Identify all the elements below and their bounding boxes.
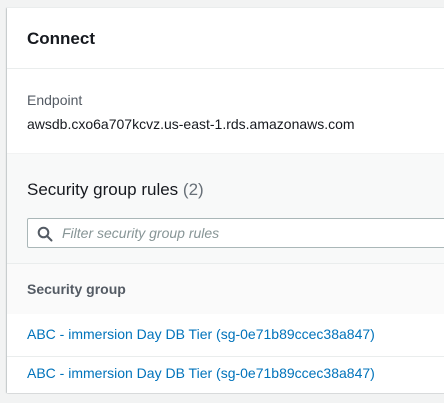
column-header-security-group[interactable]: Security group — [27, 281, 126, 297]
security-group-rules-count: (2) — [182, 180, 204, 199]
panel-header: Connect — [7, 8, 444, 69]
table-header: Security group — [7, 263, 444, 315]
security-group-rules-section: Security group rules (2) Security group … — [7, 153, 444, 393]
endpoint-section: Endpoint awsdb.cxo6a707kcvz.us-east-1.rd… — [7, 69, 444, 153]
filter-security-group-rules-input[interactable] — [62, 219, 442, 247]
panel-title: Connect — [27, 29, 95, 48]
connect-panel: Connect Endpoint awsdb.cxo6a707kcvz.us-e… — [7, 7, 444, 393]
table-row: ABC - immersion Day DB Tier (sg-0e71b89c… — [7, 357, 444, 393]
filter-box[interactable] — [27, 218, 444, 248]
search-icon — [37, 226, 53, 242]
endpoint-label: Endpoint — [27, 92, 83, 108]
page: Connect Endpoint awsdb.cxo6a707kcvz.us-e… — [0, 0, 444, 403]
endpoint-value: awsdb.cxo6a707kcvz.us-east-1.rds.amazona… — [27, 116, 355, 132]
table-row: ABC - immersion Day DB Tier (sg-0e71b89c… — [7, 314, 444, 357]
security-group-link[interactable]: ABC - immersion Day DB Tier (sg-0e71b89c… — [27, 326, 375, 342]
security-group-rules-title: Security group rules — [27, 180, 179, 199]
security-group-link[interactable]: ABC - immersion Day DB Tier (sg-0e71b89c… — [27, 365, 375, 381]
security-group-rules-heading: Security group rules (2) — [27, 180, 204, 200]
